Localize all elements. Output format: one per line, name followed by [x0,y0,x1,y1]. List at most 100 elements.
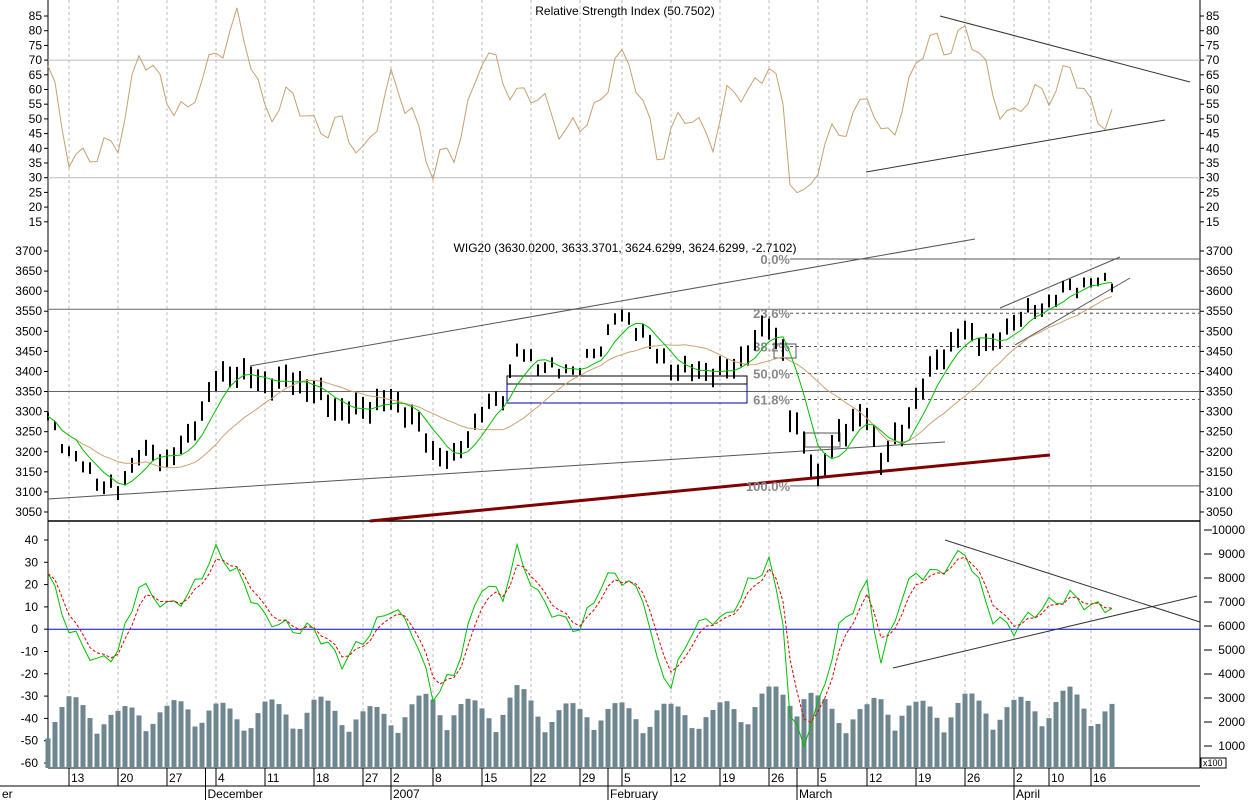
volume-bar [339,725,345,768]
rsi-trendline-upper [939,15,1191,83]
retest-box [804,432,841,448]
volume-bar [990,729,996,768]
x-tick-label: 26 [771,771,785,785]
volume-bar [822,698,828,768]
volume-y-tick-label: 8000 [1218,571,1245,585]
osc-y-tick-label: -40 [21,711,39,725]
volume-bar [563,703,569,768]
fib-level-label: 61.8% [753,393,790,408]
rsi-y-tick-label: 60 [29,83,43,97]
osc-y-tick-label: -10 [21,645,39,659]
volume-bar [647,726,653,768]
volume-bar [416,695,422,768]
rsi-y-tick-label: 30 [29,171,43,185]
volume-bar [367,706,373,768]
volume-bar [206,710,212,768]
volume-y-tick-label: 3000 [1218,691,1245,705]
osc-trendline-lower [892,595,1198,669]
volume-bar [668,703,674,768]
price-y-tick-label-right: 3100 [1206,485,1233,499]
rsi-title: Relative Strength Index (50.7502) [535,4,714,18]
price-y-tick-label: 3700 [15,244,42,258]
volume-bar [724,701,730,768]
rsi-y-tick-label-right: 40 [1206,141,1220,155]
price-y-tick-label: 3200 [15,445,42,459]
volume-unit-label: x100 [1203,758,1223,768]
volume-bar [521,689,527,768]
price-y-tick-label: 3450 [15,344,42,358]
volume-bar [675,706,681,768]
volume-bar [220,702,226,768]
volume-bar [1046,718,1052,768]
volume-bar [906,705,912,768]
volume-bar [703,717,709,768]
volume-bar [997,719,1003,768]
x-tick-label: 2 [393,771,400,785]
volume-bar [353,719,359,768]
volume-bar [745,724,751,768]
osc-trendline-upper [944,539,1201,623]
price-title: WIG20 (3630.0200, 3633.3701, 3624.6299, … [454,241,797,255]
volume-bar [479,708,485,768]
volume-bar [570,703,576,768]
rsi-y-tick-label-right: 30 [1206,171,1220,185]
volume-bar [1060,690,1066,768]
volume-bar [948,717,954,768]
volume-bar [773,686,779,768]
volume-bar [1032,711,1038,768]
volume-bar [885,714,891,768]
x-tick-label: 5 [624,771,631,785]
volume-bar [87,718,93,768]
volume-bar [80,705,86,768]
volume-bar [801,699,807,768]
volume-bar [934,717,940,768]
volume-bar [94,733,100,768]
volume-bar [304,712,310,768]
rsi-y-tick-label-right: 55 [1206,97,1220,111]
volume-bar [1095,723,1101,768]
volume-bar [108,714,114,768]
month-label: er [2,787,13,800]
osc-y-tick-label: -60 [21,756,39,770]
price-y-tick-label: 3300 [15,405,42,419]
volume-bar [178,701,184,768]
volume-bar [1004,707,1010,768]
volume-bar [157,712,163,768]
price-y-tick-label: 3400 [15,364,42,378]
volume-bar [1025,700,1031,768]
volume-y-tick-label: 1000 [1218,739,1245,753]
osc-y-tick-label: -20 [21,667,39,681]
x-tick-label: 13 [71,771,85,785]
volume-bar [276,704,282,768]
volume-bar [871,697,877,768]
volume-bar [759,693,765,768]
price-y-tick-label: 3050 [15,505,42,519]
chart-canvas[interactable]: 13 20 27 4 11 18 27 2 8 15 22 29 5 12 19 26 5 12 19 26 2 10 16… [0,0,1250,800]
consolidation-box-top [506,375,748,385]
volume-bar [150,723,156,768]
x-tick-label: 19 [722,771,736,785]
volume-bar [283,714,289,768]
volume-bar [122,706,128,768]
x-tick-label: 27 [169,771,183,785]
rsi-y-tick-label-right: 65 [1206,68,1220,82]
price-y-tick-label-right: 3200 [1206,445,1233,459]
volume-bar [1109,703,1115,768]
month-label: 2007 [393,787,420,800]
volume-bar [927,706,933,768]
price-y-tick-label-right: 3050 [1206,505,1233,519]
volume-bar [1102,711,1108,768]
volume-bar [654,710,660,768]
price-y-tick-label-right: 3700 [1206,244,1233,258]
price-y-tick-label-right: 3350 [1206,385,1233,399]
rsi-y-tick-label: 25 [29,185,43,199]
volume-bar [738,722,744,768]
volume-bar [437,715,443,768]
rsi-y-tick-label: 70 [29,53,43,67]
volume-bar [514,685,520,768]
volume-bar [682,715,688,768]
fib-level-label: 23.6% [753,306,790,321]
rsi-y-tick-label: 80 [29,24,43,38]
volume-bar [374,706,380,768]
volume-bar [836,723,842,768]
